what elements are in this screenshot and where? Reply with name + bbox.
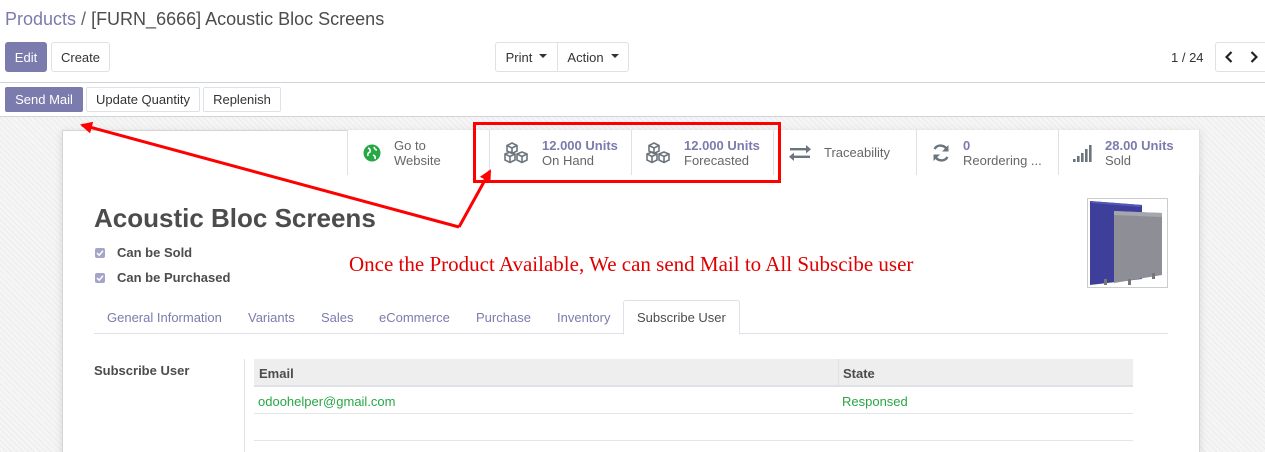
traceability-label: Traceability: [824, 145, 890, 160]
website-line1: Go to: [394, 137, 426, 153]
table-header: Email State: [254, 359, 1133, 387]
product-name[interactable]: Acoustic Bloc Screens: [94, 203, 376, 234]
tab-purchase[interactable]: Purchase: [463, 300, 544, 334]
smart-button-on-hand[interactable]: 12.000 Units On Hand: [489, 130, 631, 175]
column-divider: [838, 359, 839, 387]
reordering-value: 0: [963, 137, 971, 153]
checkbox-checked-icon[interactable]: [95, 247, 105, 258]
breadcrumb-current: [FURN_6666] Acoustic Bloc Screens: [91, 9, 385, 29]
control-panel: Products / [FURN_6666] Acoustic Bloc Scree…: [0, 0, 1265, 83]
pager-next-button[interactable]: [1242, 42, 1265, 72]
notebook-tabs: General Information Variants Sales eComm…: [94, 300, 1168, 335]
smart-button-sold[interactable]: 28.00 Units Sold: [1058, 130, 1200, 175]
action-dropdown-button[interactable]: Action: [557, 42, 629, 72]
annotation-text: Once the Product Available, We can send …: [349, 252, 914, 276]
can-be-purchased-field[interactable]: Can be Purchased: [95, 270, 230, 285]
tab-sales[interactable]: Sales: [308, 300, 367, 334]
statusbar: Send Mail Update Quantity Replenish: [0, 83, 1265, 117]
tab-variants[interactable]: Variants: [235, 300, 308, 334]
breadcrumb-products-link[interactable]: Products: [5, 9, 76, 29]
tab-general-information[interactable]: General Information: [94, 300, 235, 334]
can-be-sold-field[interactable]: Can be Sold: [95, 245, 192, 260]
caret-down-icon: [539, 54, 548, 58]
replenish-button[interactable]: Replenish: [203, 87, 281, 112]
table-row[interactable]: odoohelper@gmail.com Responsed: [254, 388, 1133, 414]
subscribe-user-table: Email State odoohelper@gmail.com Respons…: [244, 359, 1133, 452]
edit-button[interactable]: Edit: [5, 42, 47, 72]
chevron-left-icon: [1225, 51, 1233, 63]
cubes-icon: [504, 141, 530, 163]
acoustic-screen-image: [1088, 199, 1167, 287]
subscribe-user-label: Subscribe User: [94, 363, 190, 378]
cell-email: odoohelper@gmail.com: [258, 393, 396, 409]
globe-icon: [362, 143, 382, 163]
exchange-icon: [788, 143, 812, 163]
tab-subscribe-user[interactable]: Subscribe User: [623, 300, 740, 335]
pager-value[interactable]: 1 / 24: [1171, 50, 1204, 65]
print-label: Print: [505, 49, 533, 65]
sold-label: Sold: [1105, 152, 1132, 168]
product-image[interactable]: [1087, 198, 1168, 288]
column-header-email[interactable]: Email: [259, 359, 294, 387]
website-line2: Website: [394, 152, 441, 168]
breadcrumb: Products / [FURN_6666] Acoustic Bloc Scree…: [5, 9, 384, 30]
forecasted-value: 12.000 Units: [684, 137, 760, 153]
caret-down-icon: [610, 54, 619, 58]
column-header-state[interactable]: State: [843, 359, 875, 387]
chevron-right-icon: [1250, 51, 1258, 63]
cell-state: Responsed: [842, 393, 908, 409]
action-label: Action: [567, 49, 604, 65]
smart-button-box: Go to Website 12.000 Units On Hand 12.000 …: [347, 130, 1200, 175]
refresh-icon: [931, 143, 951, 163]
print-dropdown-button[interactable]: Print: [495, 42, 558, 72]
cubes-icon: [646, 141, 672, 163]
sold-value: 28.00 Units: [1105, 137, 1174, 153]
tab-inventory[interactable]: Inventory: [544, 300, 623, 334]
table-row-empty: [254, 415, 1133, 441]
checkbox-checked-icon[interactable]: [95, 272, 105, 283]
on-hand-value: 12.000 Units: [542, 137, 618, 153]
reordering-label: Reordering ...: [963, 152, 1042, 168]
breadcrumb-separator: /: [81, 9, 87, 29]
smart-button-forecasted[interactable]: 12.000 Units Forecasted: [631, 130, 773, 175]
send-mail-button[interactable]: Send Mail: [5, 87, 83, 112]
forecasted-label: Forecasted: [684, 152, 750, 168]
pager-previous-button[interactable]: [1215, 42, 1243, 72]
smart-button-reordering[interactable]: 0 Reordering ...: [916, 130, 1058, 175]
smart-button-traceability[interactable]: Traceability: [773, 130, 916, 175]
smart-button-website[interactable]: Go to Website: [347, 130, 489, 175]
on-hand-label: On Hand: [542, 152, 595, 168]
tab-ecommerce[interactable]: eCommerce: [366, 300, 463, 334]
create-button[interactable]: Create: [51, 42, 110, 72]
update-quantity-button[interactable]: Update Quantity: [86, 87, 200, 112]
can-be-sold-label: Can be Sold: [117, 245, 193, 260]
signal-icon: [1073, 143, 1093, 163]
can-be-purchased-label: Can be Purchased: [117, 270, 231, 285]
